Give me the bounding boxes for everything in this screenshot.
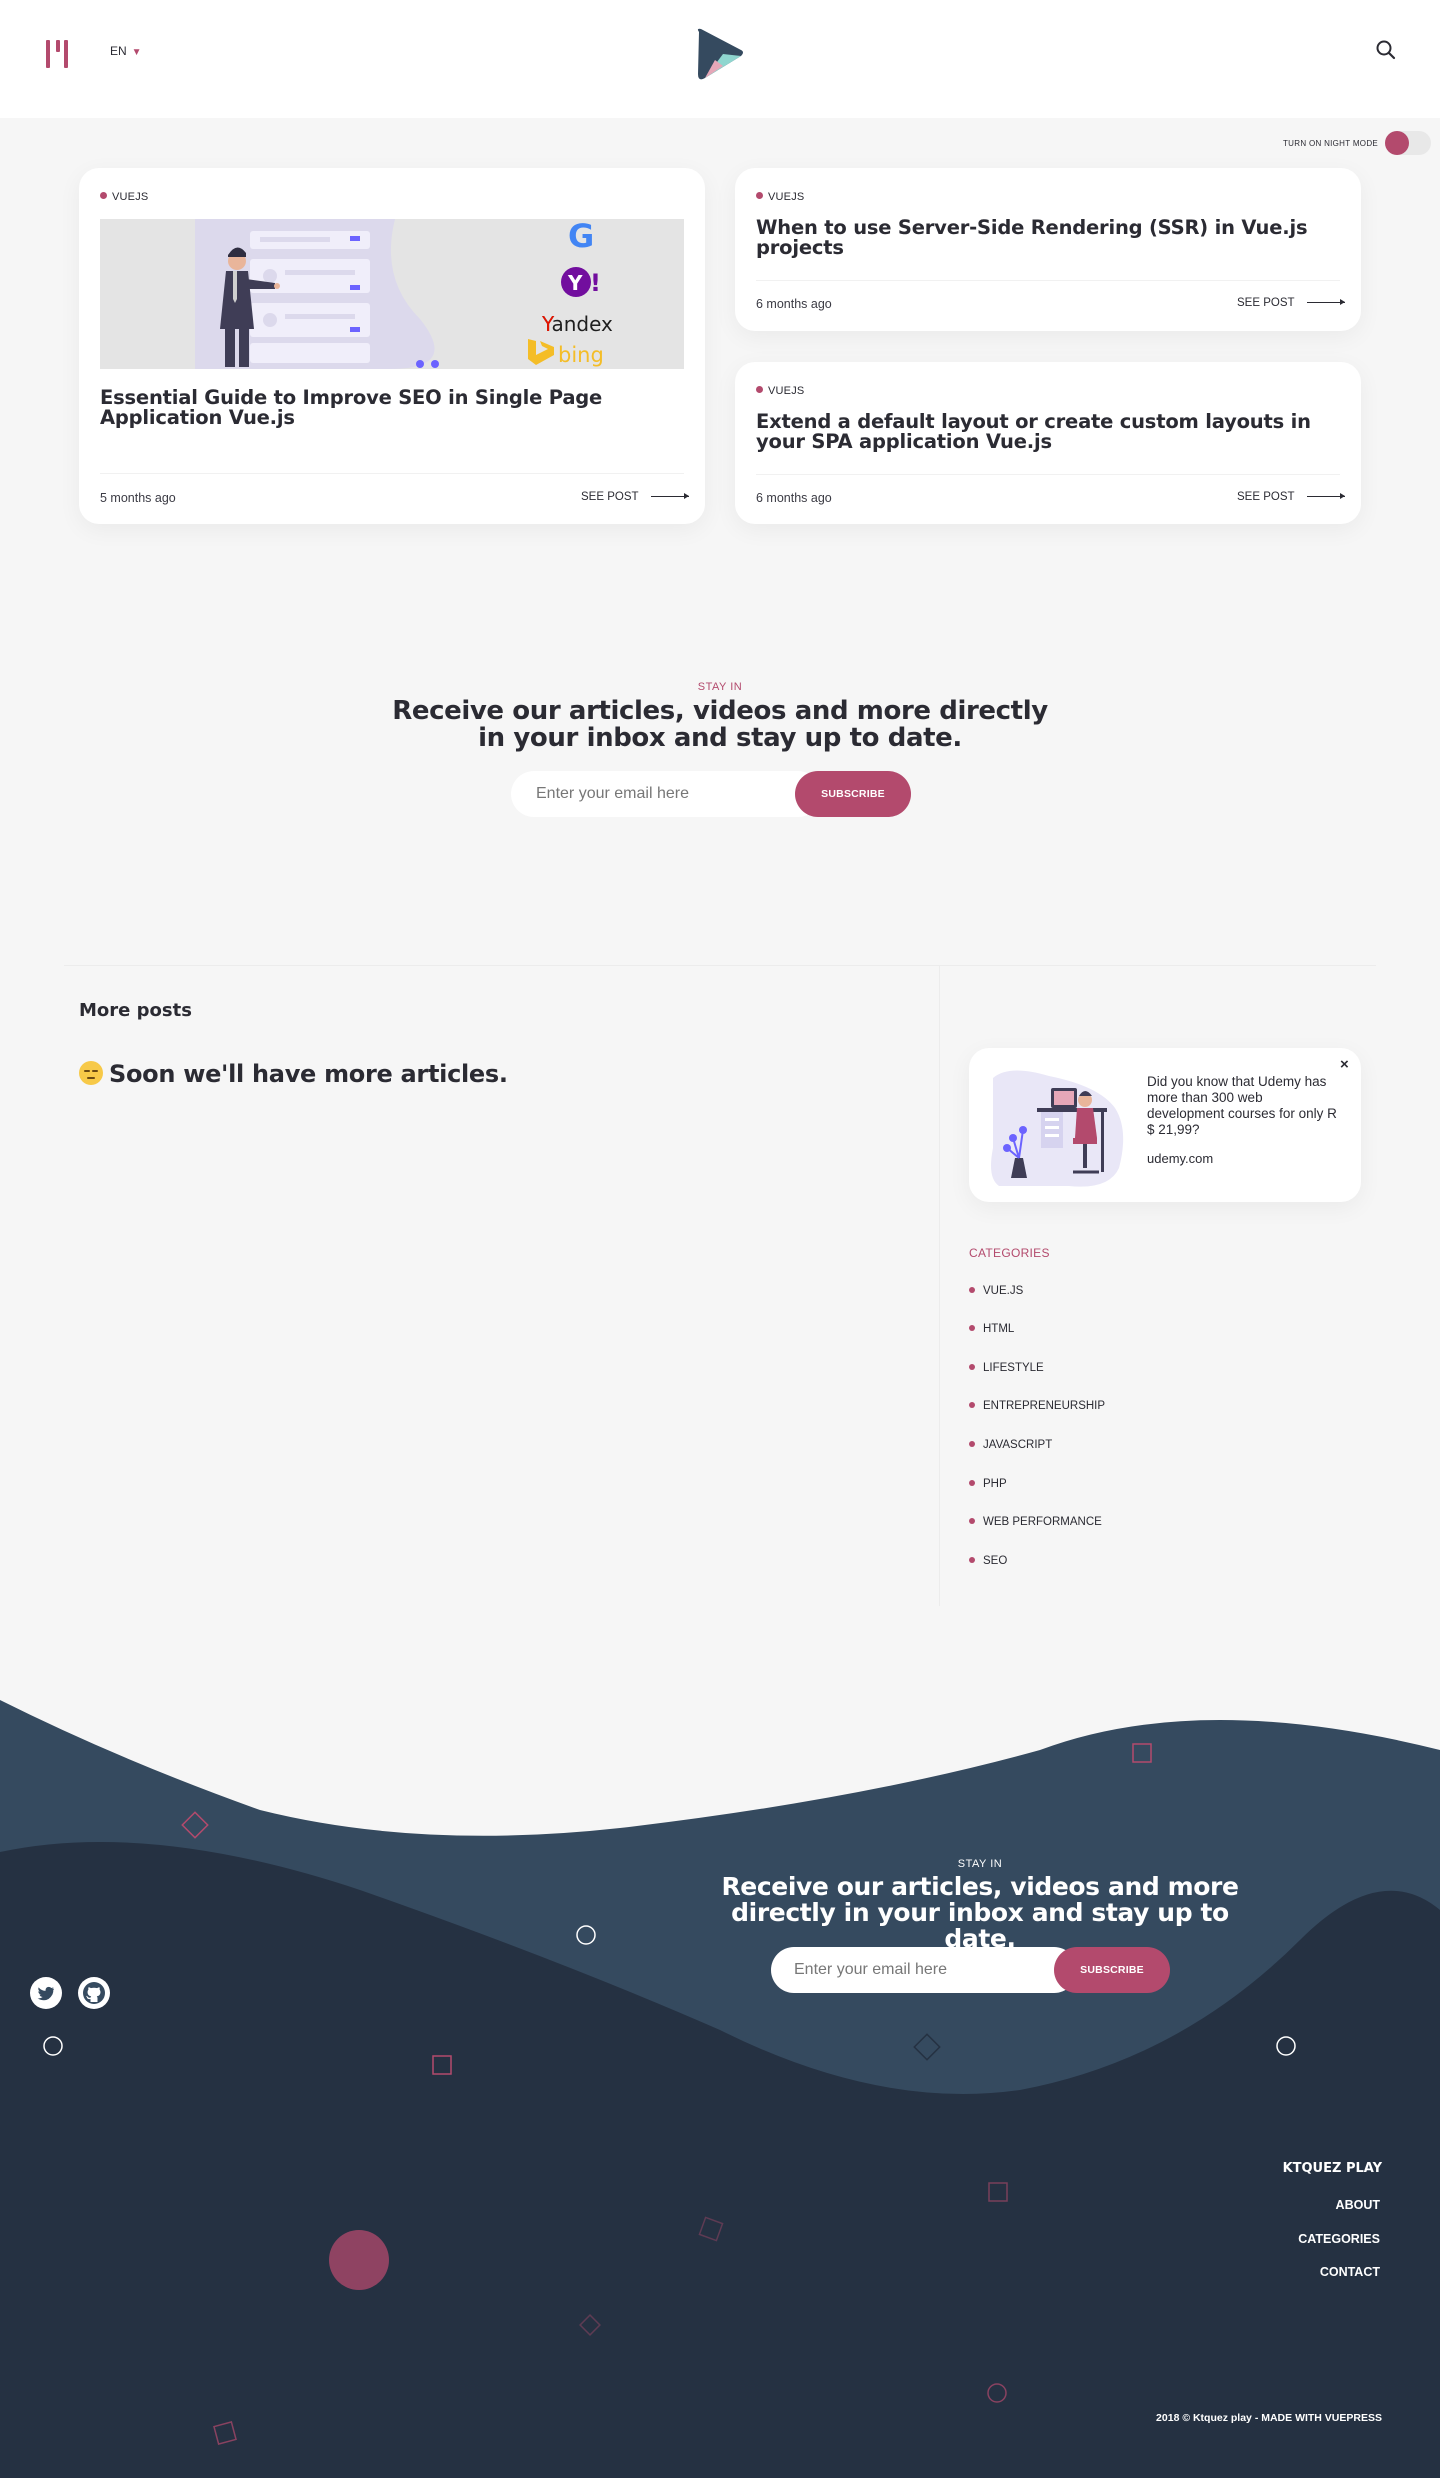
- chevron-down-icon: ▼: [131, 47, 142, 58]
- ad-link[interactable]: udemy.com: [1147, 1151, 1213, 1166]
- category-link[interactable]: PHP: [969, 1478, 1007, 1490]
- footer-subscribe-button[interactable]: SUBSCRIBE: [1054, 1947, 1170, 1993]
- copyright: 2018 © Ktquez play - MADE WITH VUEPRESS: [1156, 2412, 1382, 2424]
- see-post-label: SEE POST: [1237, 297, 1295, 309]
- empty-message: Soon we'll have more articles.: [79, 1060, 508, 1088]
- night-mode-toggle[interactable]: [1385, 131, 1431, 155]
- arrow-right-icon: [1306, 493, 1345, 499]
- see-post-link[interactable]: SEE POST: [581, 491, 689, 503]
- category-link[interactable]: WEB PERFORMANCE: [969, 1516, 1102, 1528]
- language-selector[interactable]: EN ▼: [110, 44, 142, 58]
- footer-link-contact[interactable]: CONTACT: [1100, 2265, 1380, 2279]
- categories-title: CATEGORIES: [969, 1246, 1050, 1260]
- post-title[interactable]: Extend a default layout or create custom…: [756, 412, 1346, 452]
- empty-message-text: Soon we'll have more articles.: [109, 1060, 508, 1088]
- site-logo[interactable]: [693, 26, 745, 82]
- footer-newsletter-title-line: Receive our articles, videos and more: [721, 1872, 1239, 1901]
- section-divider: [64, 965, 1376, 966]
- category-link[interactable]: VUE.JS: [969, 1285, 1023, 1297]
- see-post-link[interactable]: SEE POST: [1237, 491, 1345, 503]
- footer-link-categories[interactable]: CATEGORIES: [1100, 2232, 1380, 2246]
- bing-label: bing: [558, 343, 604, 367]
- card-divider: [756, 474, 1340, 475]
- github-icon[interactable]: [78, 1977, 110, 2009]
- newsletter-title: Receive our articles, videos and more di…: [0, 698, 1440, 752]
- newsletter-title-line: in your inbox and stay up to date.: [478, 723, 962, 753]
- category-link[interactable]: ENTREPRENEURSHIP: [969, 1400, 1105, 1412]
- category-link[interactable]: HTML: [969, 1323, 1014, 1335]
- post-title[interactable]: Essential Guide to Improve SEO in Single…: [100, 388, 660, 428]
- post-tag[interactable]: VUEJS: [756, 191, 804, 203]
- footer-newsletter-title: Receive our articles, videos and more di…: [703, 1874, 1257, 1952]
- footer-newsletter-title-line: directly in your inbox and stay up to da…: [731, 1898, 1229, 1953]
- post-tag[interactable]: VUEJS: [100, 191, 148, 203]
- post-card[interactable]: VUEJS When to use Server-Side Rendering …: [735, 168, 1361, 331]
- arrow-right-icon: [1306, 299, 1345, 305]
- post-tag[interactable]: VUEJS: [756, 385, 804, 397]
- arrow-right-icon: [650, 493, 689, 499]
- post-card[interactable]: VUEJS G Y ! Yandex Y bing Essential Guid…: [79, 168, 705, 524]
- see-post-link[interactable]: SEE POST: [1237, 297, 1345, 309]
- svg-text:G: G: [568, 219, 594, 255]
- category-link[interactable]: LIFESTYLE: [969, 1362, 1044, 1374]
- language-label: EN: [110, 44, 127, 58]
- ad-card[interactable]: × Did you know that Udemy has more than …: [969, 1048, 1361, 1202]
- svg-text:Y: Y: [541, 312, 555, 336]
- post-image: G Y ! Yandex Y bing: [100, 219, 684, 369]
- svg-text:!: !: [590, 269, 601, 297]
- card-divider: [756, 280, 1340, 281]
- post-date: 5 months ago: [100, 491, 176, 505]
- post-date: 6 months ago: [756, 491, 832, 505]
- category-link[interactable]: SEO: [969, 1555, 1007, 1567]
- see-post-label: SEE POST: [581, 491, 639, 503]
- footer-background: [0, 1700, 1440, 2478]
- category-link[interactable]: JAVASCRIPT: [969, 1439, 1052, 1451]
- footer-email-input[interactable]: [771, 1947, 1077, 1993]
- email-input[interactable]: [511, 771, 821, 817]
- pensive-face-icon: [79, 1061, 103, 1085]
- post-title[interactable]: When to use Server-Side Rendering (SSR) …: [756, 218, 1316, 258]
- svg-text:Y: Y: [567, 271, 583, 295]
- card-divider: [100, 473, 684, 474]
- night-mode-label: TURN ON NIGHT MODE: [1283, 139, 1379, 148]
- menu-icon[interactable]: [46, 40, 70, 68]
- ad-text: Did you know that Udemy has more than 30…: [1147, 1074, 1337, 1137]
- ad-illustration: [991, 1070, 1124, 1187]
- footer-newsletter-eyebrow: STAY IN: [957, 1858, 1003, 1870]
- newsletter-title-line: Receive our articles, videos and more di…: [392, 696, 1048, 726]
- footer-brand: KTQUEZ PLAY: [1282, 2161, 1382, 2176]
- post-card[interactable]: VUEJS Extend a default layout or create …: [735, 362, 1361, 524]
- toggle-knob: [1385, 131, 1409, 155]
- subscribe-button[interactable]: SUBSCRIBE: [795, 771, 911, 817]
- twitter-icon[interactable]: [30, 1977, 62, 2009]
- newsletter-eyebrow: STAY IN: [697, 681, 743, 693]
- see-post-label: SEE POST: [1237, 491, 1295, 503]
- more-posts-title: More posts: [79, 1000, 192, 1021]
- post-date: 6 months ago: [756, 297, 832, 311]
- column-divider: [939, 966, 940, 1606]
- search-icon[interactable]: [1372, 36, 1400, 64]
- close-icon[interactable]: ×: [1340, 1056, 1349, 1073]
- footer-link-about[interactable]: ABOUT: [1100, 2198, 1380, 2212]
